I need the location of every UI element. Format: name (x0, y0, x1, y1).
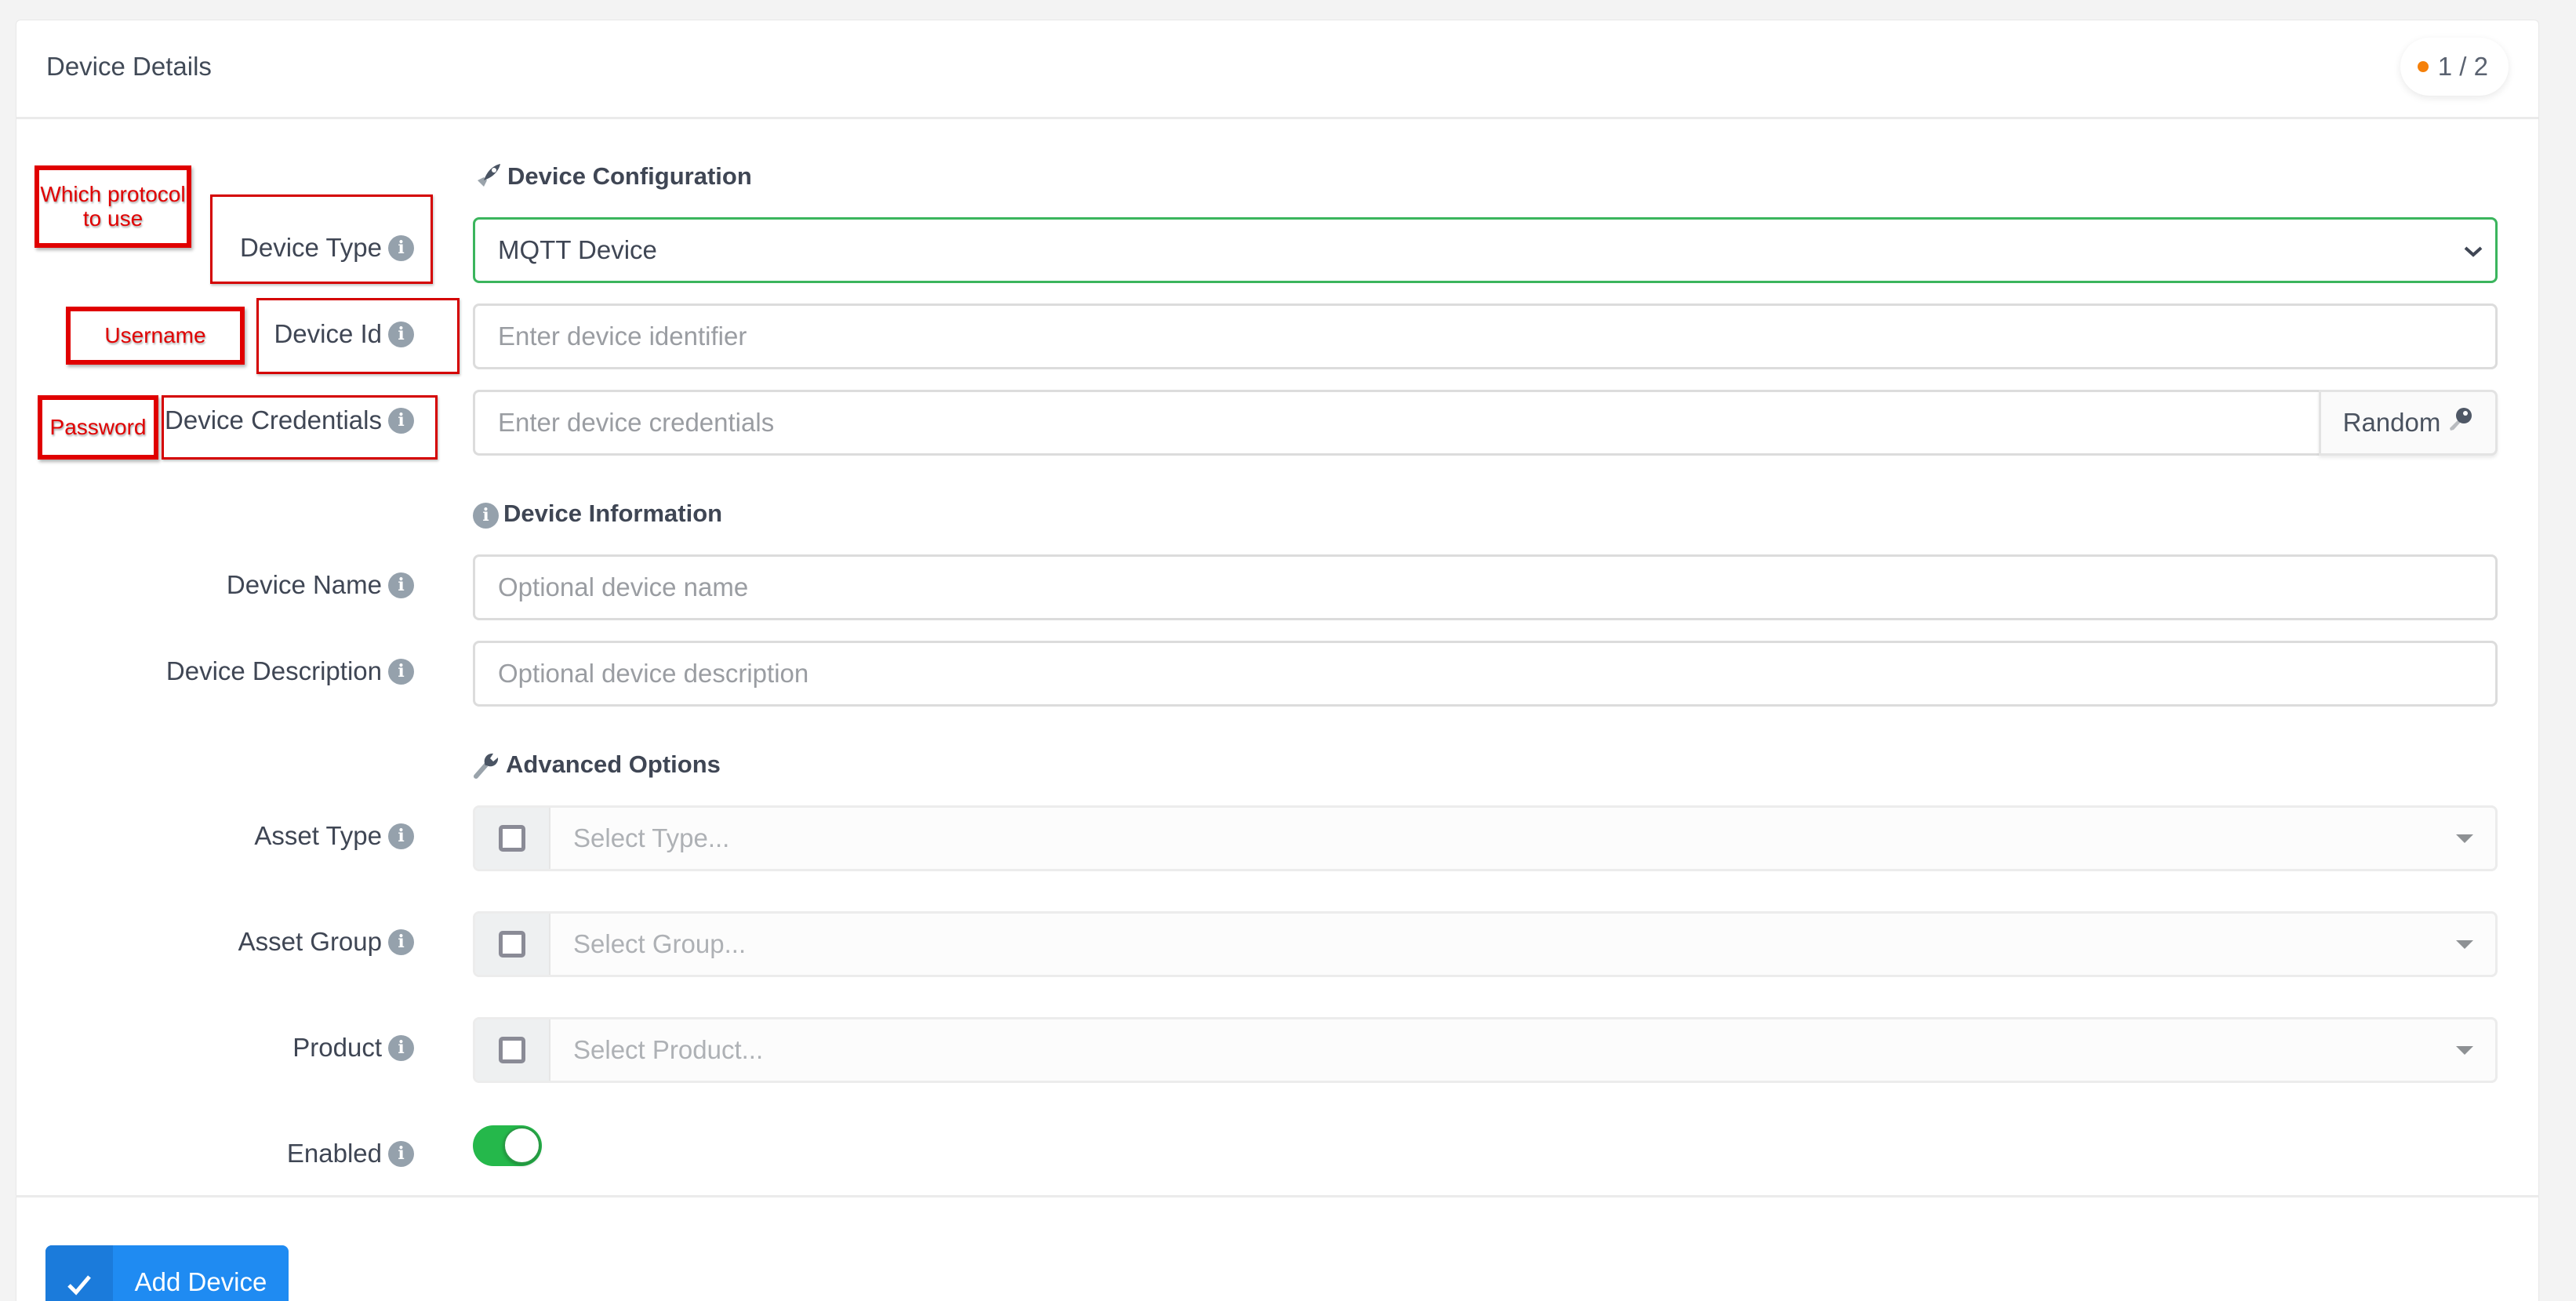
asset-group-select[interactable]: Select Group... (473, 911, 2498, 977)
device-id-input[interactable]: Enter device identifier (473, 303, 2498, 369)
asset-type-placeholder: Select Type... (573, 823, 730, 852)
asset-group-checkbox[interactable] (475, 914, 550, 975)
section-heading-configuration: Device Configuration (473, 162, 752, 191)
step-badge: 1 / 2 (2400, 38, 2509, 96)
info-icon[interactable]: i (388, 1034, 414, 1061)
product-select[interactable]: Select Product... (473, 1017, 2498, 1083)
checkbox-icon (499, 1037, 525, 1063)
annotation-protocol: Which protocol to use (35, 165, 191, 248)
device-credentials-input[interactable]: Enter device credentials (473, 390, 2319, 456)
checkbox-icon (499, 825, 525, 852)
label-device-description: Device Description i (166, 656, 414, 686)
info-icon[interactable]: i (388, 658, 414, 685)
device-name-input[interactable]: Optional device name (473, 554, 2498, 620)
chevron-down-icon (2462, 235, 2484, 265)
asset-type-checkbox[interactable] (475, 808, 550, 869)
device-type-value: MQTT Device (498, 235, 657, 264)
device-credentials-group: Enter device credentials Random (473, 390, 2498, 456)
info-icon[interactable]: i (388, 1140, 414, 1167)
info-circle-icon: i (473, 499, 499, 529)
annotation-password: Password (38, 395, 158, 460)
step-badge-text: 1 / 2 (2437, 52, 2488, 81)
label-asset-group: Asset Group i (238, 927, 414, 957)
toggle-knob (503, 1127, 540, 1164)
check-icon (45, 1245, 113, 1301)
device-type-select[interactable]: MQTT Device (473, 217, 2498, 283)
section-title: Device Configuration (507, 162, 752, 190)
device-description-placeholder: Optional device description (498, 659, 809, 688)
label-device-name: Device Name i (227, 570, 414, 600)
rocket-icon (473, 162, 503, 191)
device-id-placeholder: Enter device identifier (498, 322, 747, 351)
key-icon (2447, 406, 2473, 439)
info-icon[interactable]: i (388, 929, 414, 955)
card-header: Device Details 1 / 2 (16, 20, 2538, 119)
section-heading-advanced: Advanced Options (473, 750, 721, 780)
add-device-button[interactable]: Add Device (45, 1245, 289, 1301)
asset-type-select[interactable]: Select Type... (473, 805, 2498, 871)
card-title: Device Details (46, 52, 212, 81)
footer-divider (16, 1195, 2539, 1197)
annotation-frame-device-credentials (162, 395, 438, 460)
caret-down-icon (2456, 1046, 2473, 1055)
annotation-frame-device-id (256, 298, 460, 374)
section-heading-information: i Device Information (473, 499, 722, 529)
asset-group-placeholder: Select Group... (573, 929, 747, 958)
section-title: Advanced Options (506, 750, 721, 778)
product-placeholder: Select Product... (573, 1035, 764, 1064)
section-title: Device Information (503, 499, 723, 527)
label-product: Product i (292, 1033, 414, 1063)
info-icon[interactable]: i (388, 823, 414, 849)
status-dot-icon (2417, 61, 2429, 72)
label-enabled: Enabled i (287, 1139, 414, 1168)
enabled-toggle[interactable] (473, 1125, 542, 1166)
info-icon[interactable]: i (388, 572, 414, 598)
device-description-input[interactable]: Optional device description (473, 641, 2498, 707)
wrench-icon (473, 750, 501, 780)
random-credentials-button[interactable]: Random (2319, 390, 2498, 456)
annotation-username: Username (66, 307, 245, 365)
annotation-frame-device-type (210, 194, 433, 284)
checkbox-icon (499, 931, 525, 958)
caret-down-icon (2456, 940, 2473, 949)
label-asset-type: Asset Type i (254, 821, 414, 851)
caret-down-icon (2456, 834, 2473, 843)
device-name-placeholder: Optional device name (498, 572, 749, 601)
product-checkbox[interactable] (475, 1019, 550, 1081)
device-credentials-placeholder: Enter device credentials (498, 408, 775, 437)
